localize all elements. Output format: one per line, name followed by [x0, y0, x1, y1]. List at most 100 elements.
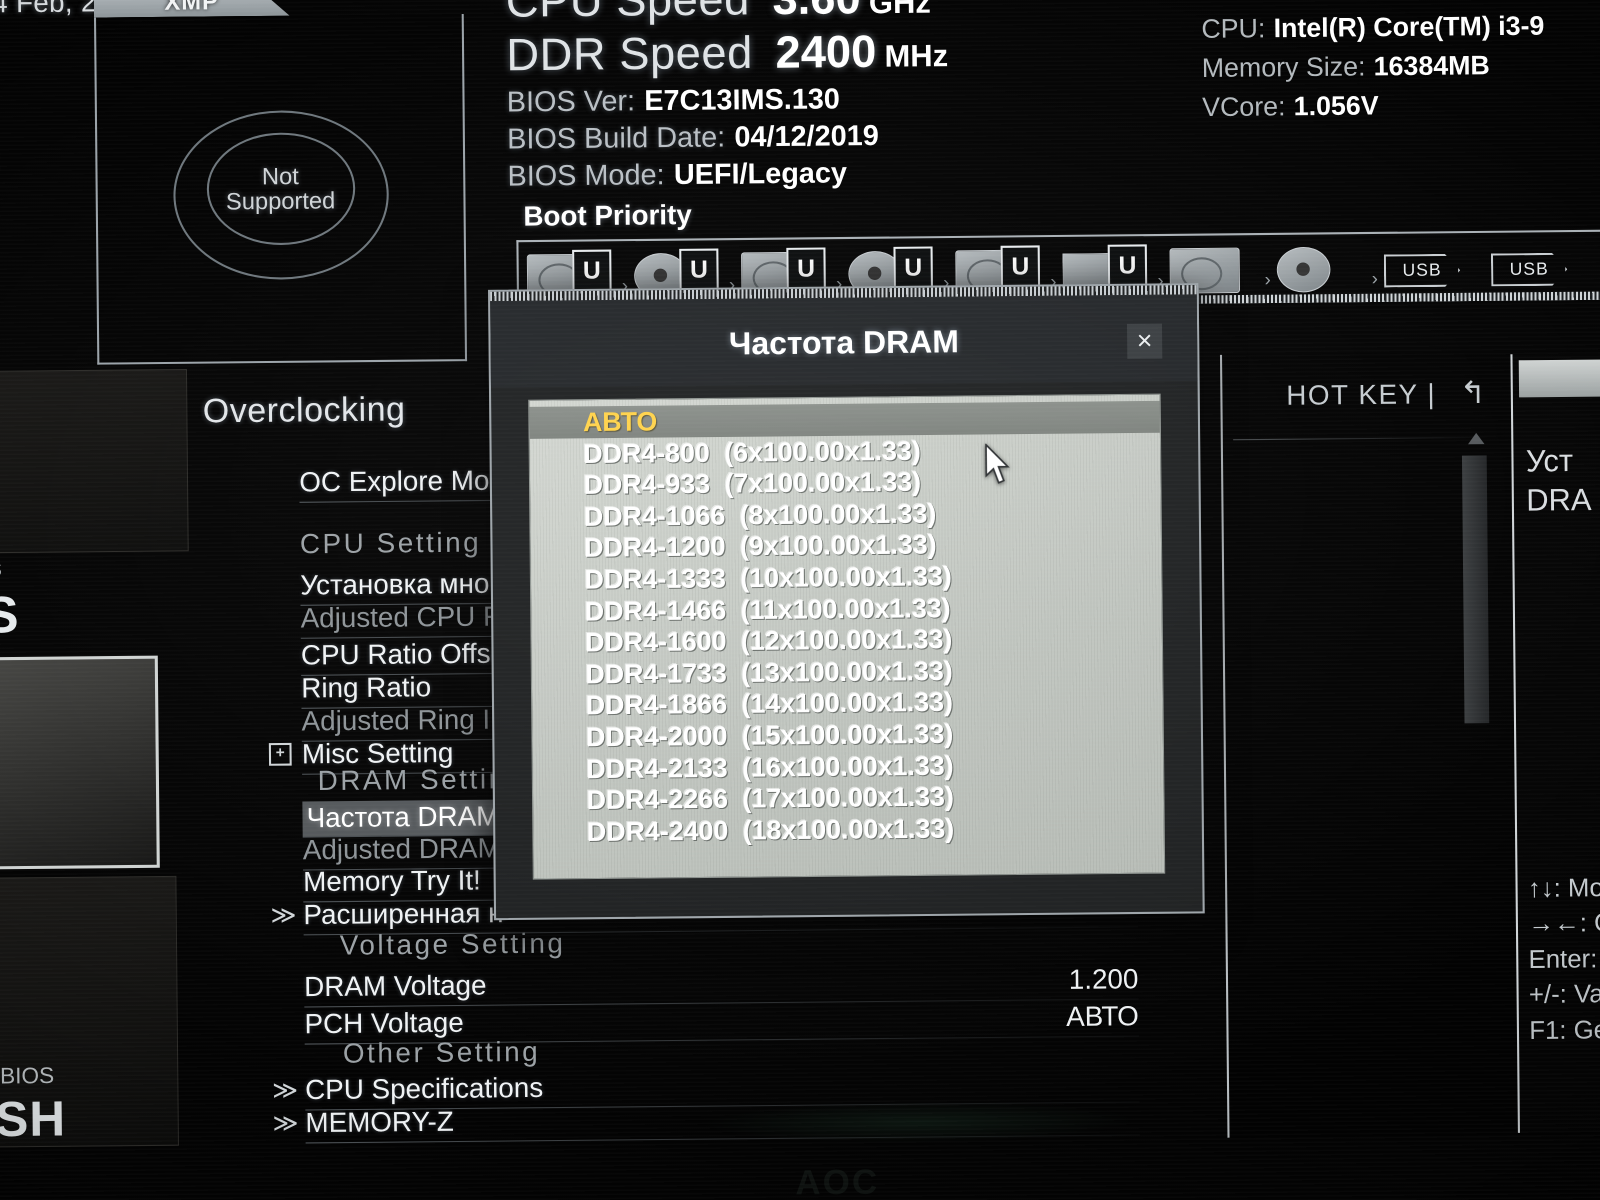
dram-frequency-option[interactable]: DDR4-2400 (18x100.00x1.33) [533, 810, 1164, 848]
key-legend: ↑↓: Mov →←: Gr Enter: Se +/-: Valu F1: Gene [1528, 870, 1600, 1049]
key-legend-item: →←: Gr [1528, 908, 1600, 939]
header-center: CPU Speed 3.60 GHz DDR Speed 2400 MHz BI… [506, 0, 950, 193]
usb-port-label: USB [1491, 253, 1568, 287]
setting-name: Расширенная н [303, 897, 504, 931]
uefi-badge-icon: U [893, 246, 933, 291]
setting-value: 1.200 [1068, 963, 1139, 996]
hotkey-bar[interactable]: HOT KEY | ↰ [1286, 375, 1487, 413]
setting-row[interactable]: PCH Voltage АВТО [304, 1000, 1139, 1045]
key-legend-item: ↑↓: Mov [1527, 872, 1600, 903]
sidebar-tile-settings[interactable] [0, 368, 189, 554]
header-right: MB: H310M PRO-VD PLUS CPU: Intel(R) Core… [1201, 0, 1545, 131]
sidebar-settings-title: GS [0, 585, 20, 645]
bios-version-row: BIOS Ver: E7C13IMS.130 [507, 81, 949, 118]
vcore-value: 1.056V [1293, 89, 1379, 122]
option-label: DDR4-1066 [583, 499, 726, 532]
setting-name: Частота DRAM [302, 799, 508, 837]
cpu-model-row: CPU: Intel(R) Core(TM) i3-9 [1201, 10, 1544, 45]
option-label: DDR4-1866 [585, 688, 728, 721]
help-description-text: Уст DRA [1526, 442, 1592, 520]
option-multiplier: (18x100.00x1.33) [742, 812, 955, 846]
bios-build-value: 04/12/2019 [734, 119, 879, 153]
device-body [1276, 246, 1331, 293]
setting-name: Adjusted DRAM [302, 832, 501, 866]
submenu-arrow-icon: ≫ [270, 901, 297, 930]
key-legend-item: Enter: Se [1528, 944, 1600, 974]
option-label: DDR4-1333 [584, 562, 727, 595]
dram-frequency-dialog: Частота DRAM × АВТО DDR4-800 (6x100.00x1.3… [488, 283, 1205, 921]
bios-version-value: E7C13IMS.130 [644, 82, 841, 117]
motherboard-value: H310M PRO-VD PLUS [1257, 0, 1534, 5]
option-label: DDR4-2000 [585, 720, 728, 753]
setting-name: DRAM Voltage [303, 969, 487, 1003]
option-multiplier: (8x100.00x1.33) [739, 497, 937, 531]
option-multiplier: (16x100.00x1.33) [742, 749, 954, 783]
setting-name: PCH Voltage [304, 1007, 464, 1040]
option-multiplier: (17x100.00x1.33) [742, 780, 955, 814]
page-title: Overclocking [202, 389, 406, 430]
dram-frequency-listbox[interactable]: АВТО DDR4-800 (6x100.00x1.33) DDR4-933 (7x10… [528, 393, 1166, 880]
uefi-badge-icon: U [1000, 245, 1041, 290]
setting-name: CPU Ratio Offse [300, 637, 507, 671]
option-label: DDR4-2266 [586, 783, 729, 816]
option-label: DDR4-1600 [584, 625, 727, 658]
option-multiplier: (10x100.00x1.33) [740, 560, 952, 594]
sidebar-mflash-title: LASH [0, 1092, 67, 1149]
option-label: DDR4-933 [583, 468, 711, 501]
hotkey-divider [1233, 436, 1491, 441]
setting-row[interactable]: DRAM Voltage 1.200 [303, 963, 1139, 1008]
monitor-brand-logo: AOC [795, 1162, 880, 1200]
dialog-titlebar: Частота DRAM × [490, 294, 1198, 388]
close-icon[interactable]: × [1126, 323, 1163, 359]
bios-mode-row: BIOS Mode: UEFI/Legacy [507, 156, 949, 193]
cpu-speed-value: 3.60 [772, 0, 861, 25]
xmp-status-line1: Not [261, 162, 299, 190]
boot-device-usblabel-icon[interactable]: USB [1483, 236, 1591, 295]
key-legend-item: +/-: Valu [1528, 979, 1600, 1010]
setting-name: CPU Specifications [304, 1072, 544, 1106]
option-multiplier: (6x100.00x1.33) [724, 434, 921, 468]
return-arrow-icon[interactable]: ↰ [1460, 376, 1488, 410]
ddr-speed-value: 2400 [775, 26, 877, 78]
option-label: DDR4-1733 [585, 657, 727, 690]
xmp-tab-label: XMP [164, 0, 220, 15]
hotkey-separator: | [1427, 378, 1437, 410]
setting-name: Adjusted CPU F [300, 600, 501, 634]
help-description-panel: Уст DRA ↑↓: Mov →←: Gr Enter: Se +/-: Valu F… [1510, 353, 1600, 1133]
sidebar-tile-preview[interactable] [0, 655, 160, 871]
option-label: DDR4-2400 [586, 814, 729, 847]
ddr-speed-unit: MHz [884, 39, 949, 74]
cpu-speed-unit: GHz [868, 0, 931, 21]
bios-mode-value: UEFI/Legacy [673, 156, 848, 191]
xmp-status-line2: Supported [225, 186, 336, 215]
setting-row[interactable]: ≫ CPU Specifications [272, 1066, 1140, 1111]
option-label: DDR4-2133 [586, 751, 728, 784]
help-panel-header [1518, 359, 1600, 398]
setting-value: АВТО [1065, 1000, 1139, 1033]
option-multiplier: (13x100.00x1.33) [741, 654, 953, 688]
boot-device-cd-icon[interactable]: › [1268, 238, 1378, 297]
bios-version-label: BIOS Ver: [506, 84, 636, 118]
setting-name: Установка мно [300, 567, 490, 601]
sidebar-settings-sub: ttings [0, 554, 2, 582]
option-label: DDR4-800 [583, 436, 710, 469]
setting-name: Misc Setting [301, 737, 454, 770]
expand-plus-icon[interactable]: + [268, 742, 292, 766]
setting-name: Ring Ratio [301, 671, 432, 704]
motherboard-row: MB: H310M PRO-VD PLUS [1201, 0, 1544, 6]
option-label: DDR4-1466 [584, 594, 727, 627]
bios-build-label: BIOS Build Date: [507, 120, 726, 155]
help-description-line2: DRA [1526, 482, 1592, 518]
submenu-arrow-icon: ≫ [272, 1076, 299, 1105]
uefi-badge-icon: U [679, 248, 719, 293]
option-multiplier: (9x100.00x1.33) [739, 529, 937, 562]
boot-device-usblabel-icon[interactable]: USB [1375, 237, 1483, 296]
memory-size-value: 16384MB [1373, 49, 1490, 82]
option-multiplier: (14x100.00x1.33) [741, 686, 954, 720]
xmp-tab[interactable]: XMP [94, 0, 290, 18]
scroll-up-arrow-icon[interactable] [1467, 432, 1485, 445]
dialog-title: Частота DRAM [728, 323, 960, 362]
cpu-speed-row: CPU Speed 3.60 GHz [506, 0, 948, 28]
scrollbar-thumb[interactable] [1461, 455, 1490, 724]
settings-scrollbar[interactable] [1461, 432, 1493, 890]
